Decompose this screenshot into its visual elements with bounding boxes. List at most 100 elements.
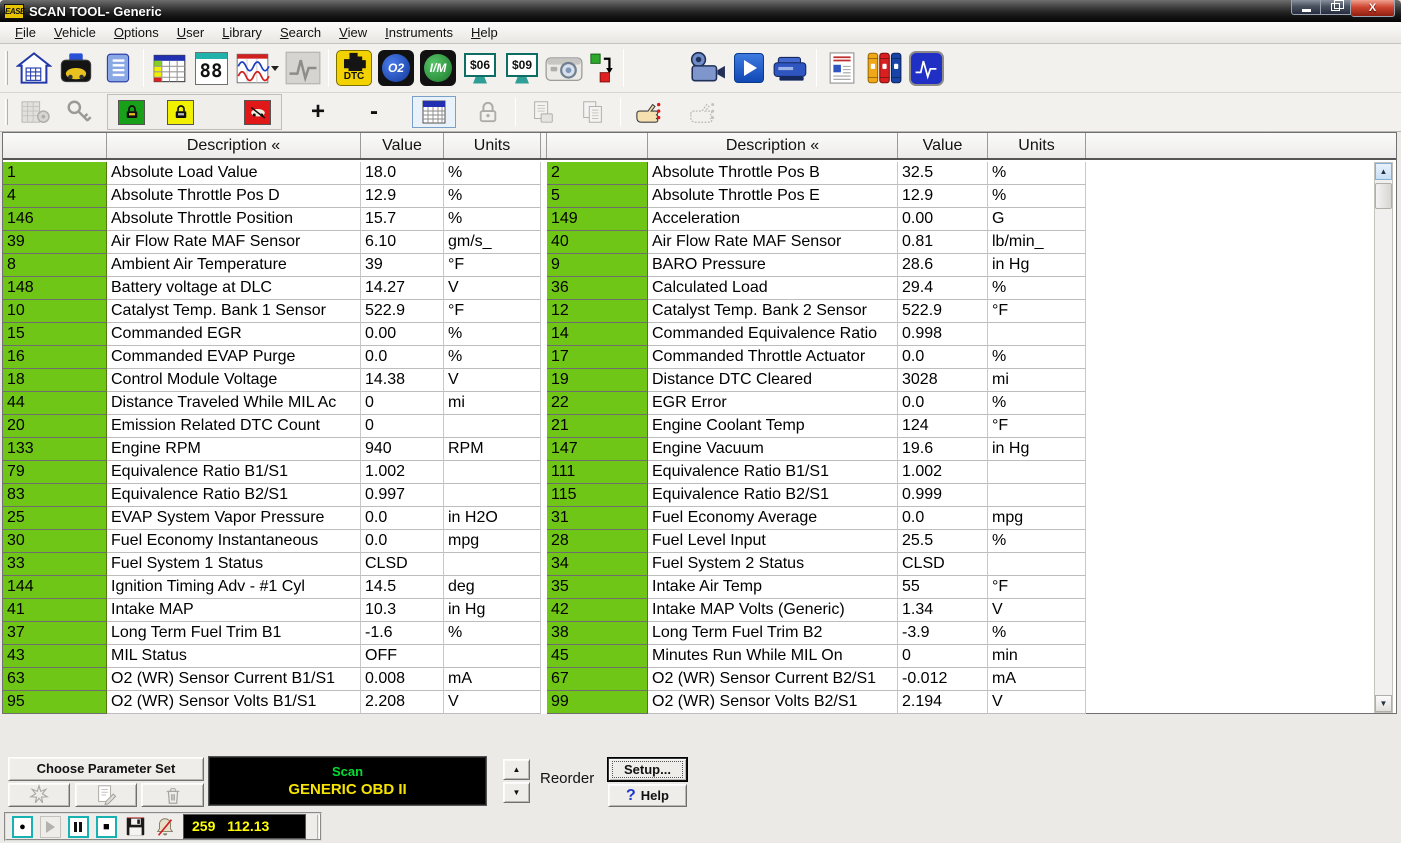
param-id[interactable]: 41 bbox=[3, 599, 107, 622]
header-units-right[interactable]: Units bbox=[988, 133, 1086, 158]
video-capture-button[interactable] bbox=[686, 46, 728, 90]
param-id[interactable]: 25 bbox=[3, 507, 107, 530]
menu-file[interactable]: File bbox=[6, 22, 45, 43]
minimize-button[interactable] bbox=[1291, 0, 1321, 15]
table-row[interactable]: 146Absolute Throttle Position15.7% bbox=[3, 208, 541, 231]
toolbar-handle[interactable] bbox=[5, 99, 8, 125]
interface-device-button[interactable] bbox=[770, 46, 812, 90]
graph-dropdown-arrow-icon[interactable] bbox=[271, 66, 279, 71]
grid-view-button[interactable] bbox=[412, 96, 456, 128]
setup-button[interactable]: Setup... bbox=[608, 758, 687, 781]
mode09-button[interactable]: $09 bbox=[501, 46, 543, 90]
digital-display-button[interactable]: 88 bbox=[190, 46, 232, 90]
table-row[interactable]: 133Engine RPM940RPM bbox=[3, 438, 541, 461]
param-id[interactable]: 15 bbox=[3, 323, 107, 346]
im-monitors-button[interactable]: I/M bbox=[417, 46, 459, 90]
table-row[interactable]: 39Air Flow Rate MAF Sensor6.10gm/s_ bbox=[3, 231, 541, 254]
close-button[interactable]: X bbox=[1351, 0, 1395, 17]
param-id[interactable]: 133 bbox=[3, 438, 107, 461]
table-row[interactable]: 5Absolute Throttle Pos E12.9% bbox=[547, 185, 1086, 208]
table-row[interactable]: 95O2 (WR) Sensor Volts B1/S12.208V bbox=[3, 691, 541, 714]
param-id[interactable]: 1 bbox=[3, 162, 107, 185]
menu-help[interactable]: Help bbox=[462, 22, 507, 43]
table-row[interactable]: 42Intake MAP Volts (Generic)1.34V bbox=[547, 599, 1086, 622]
dtc-button[interactable]: DTC bbox=[333, 46, 375, 90]
table-row[interactable]: 115Equivalence Ratio B2/S10.999 bbox=[547, 484, 1086, 507]
table-row[interactable]: 31Fuel Economy Average0.0mpg bbox=[547, 507, 1086, 530]
header-description-right[interactable]: Description « bbox=[648, 133, 898, 158]
header-id-left[interactable] bbox=[3, 133, 107, 158]
param-id[interactable]: 2 bbox=[547, 162, 648, 185]
table-row[interactable]: 63O2 (WR) Sensor Current B1/S10.008mA bbox=[3, 668, 541, 691]
param-id[interactable]: 5 bbox=[547, 185, 648, 208]
header-id-right[interactable] bbox=[547, 133, 648, 158]
pause-button[interactable] bbox=[68, 816, 89, 838]
table-row[interactable]: 28Fuel Level Input25.5% bbox=[547, 530, 1086, 553]
snapshot-button[interactable] bbox=[543, 46, 585, 90]
scrollbar-thumb[interactable] bbox=[1375, 183, 1392, 209]
table-row[interactable]: 111Equivalence Ratio B1/S11.002 bbox=[547, 461, 1086, 484]
param-id[interactable]: 39 bbox=[3, 231, 107, 254]
param-id[interactable]: 19 bbox=[547, 369, 648, 392]
menu-view[interactable]: View bbox=[330, 22, 376, 43]
menu-user[interactable]: User bbox=[168, 22, 213, 43]
table-row[interactable]: 20Emission Related DTC Count0 bbox=[3, 415, 541, 438]
header-value-left[interactable]: Value bbox=[361, 133, 444, 158]
help-button[interactable]: ? Help bbox=[608, 784, 687, 807]
param-id[interactable]: 147 bbox=[547, 438, 648, 461]
table-row[interactable]: 25EVAP System Vapor Pressure0.0in H2O bbox=[3, 507, 541, 530]
param-id[interactable]: 42 bbox=[547, 599, 648, 622]
param-id[interactable]: 63 bbox=[3, 668, 107, 691]
param-id[interactable]: 35 bbox=[547, 576, 648, 599]
choose-parameter-set-button[interactable]: Choose Parameter Set bbox=[8, 757, 204, 781]
remove-parameter-button[interactable]: - bbox=[352, 96, 396, 128]
home-button[interactable] bbox=[13, 46, 55, 90]
param-id[interactable]: 45 bbox=[547, 645, 648, 668]
param-id[interactable]: 17 bbox=[547, 346, 648, 369]
param-id[interactable]: 144 bbox=[3, 576, 107, 599]
new-parameter-set-button[interactable] bbox=[8, 783, 70, 807]
add-parameter-button[interactable]: + bbox=[296, 96, 340, 128]
header-units-left[interactable]: Units bbox=[444, 133, 541, 158]
table-row[interactable]: 83Equivalence Ratio B2/S10.997 bbox=[3, 484, 541, 507]
param-id[interactable]: 34 bbox=[547, 553, 648, 576]
reorder-down-button[interactable]: ▼ bbox=[503, 782, 530, 803]
report-button[interactable] bbox=[97, 46, 139, 90]
param-id[interactable]: 149 bbox=[547, 208, 648, 231]
param-id[interactable]: 40 bbox=[547, 231, 648, 254]
param-id[interactable]: 83 bbox=[3, 484, 107, 507]
title-bar[interactable]: EASE SCAN TOOL- Generic X bbox=[0, 0, 1401, 22]
playback-button[interactable] bbox=[728, 46, 770, 90]
table-row[interactable]: 44Distance Traveled While MIL Ac0mi bbox=[3, 392, 541, 415]
param-id[interactable]: 79 bbox=[3, 461, 107, 484]
param-id[interactable]: 4 bbox=[3, 185, 107, 208]
param-id[interactable]: 16 bbox=[3, 346, 107, 369]
table-row[interactable]: 34Fuel System 2 StatusCLSD bbox=[547, 553, 1086, 576]
table-row[interactable]: 33Fuel System 1 StatusCLSD bbox=[3, 553, 541, 576]
menu-library[interactable]: Library bbox=[213, 22, 271, 43]
table-row[interactable]: 10Catalyst Temp. Bank 1 Sensor522.9°F bbox=[3, 300, 541, 323]
table-row[interactable]: 2Absolute Throttle Pos B32.5% bbox=[547, 162, 1086, 185]
table-row[interactable]: 17Commanded Throttle Actuator0.0% bbox=[547, 346, 1086, 369]
vertical-scrollbar[interactable]: ▲ ▼ bbox=[1374, 162, 1393, 713]
stop-button[interactable]: ■ bbox=[96, 816, 117, 838]
vehicle-warning-button[interactable] bbox=[167, 100, 194, 125]
param-id[interactable]: 20 bbox=[3, 415, 107, 438]
table-row[interactable]: 14Commanded Equivalence Ratio0.998 bbox=[547, 323, 1086, 346]
copy-parameter-set-button[interactable] bbox=[75, 783, 137, 807]
menu-vehicle[interactable]: Vehicle bbox=[45, 22, 105, 43]
table-row[interactable]: 9BARO Pressure28.6in Hg bbox=[547, 254, 1086, 277]
table-row[interactable]: 22EGR Error0.0% bbox=[547, 392, 1086, 415]
table-row[interactable]: 144Ignition Timing Adv - #1 Cyl14.5deg bbox=[3, 576, 541, 599]
restore-button[interactable] bbox=[1321, 0, 1351, 15]
scroll-up-arrow-icon[interactable]: ▲ bbox=[1375, 163, 1392, 180]
param-id[interactable]: 31 bbox=[547, 507, 648, 530]
delete-parameter-set-button[interactable] bbox=[141, 783, 204, 807]
table-row[interactable]: 147Engine Vacuum19.6in Hg bbox=[547, 438, 1086, 461]
param-id[interactable]: 28 bbox=[547, 530, 648, 553]
table-row[interactable]: 35Intake Air Temp55°F bbox=[547, 576, 1086, 599]
param-id[interactable]: 38 bbox=[547, 622, 648, 645]
param-id[interactable]: 14 bbox=[547, 323, 648, 346]
record-button[interactable]: ● bbox=[12, 816, 33, 838]
table-row[interactable]: 38Long Term Fuel Trim B2-3.9% bbox=[547, 622, 1086, 645]
